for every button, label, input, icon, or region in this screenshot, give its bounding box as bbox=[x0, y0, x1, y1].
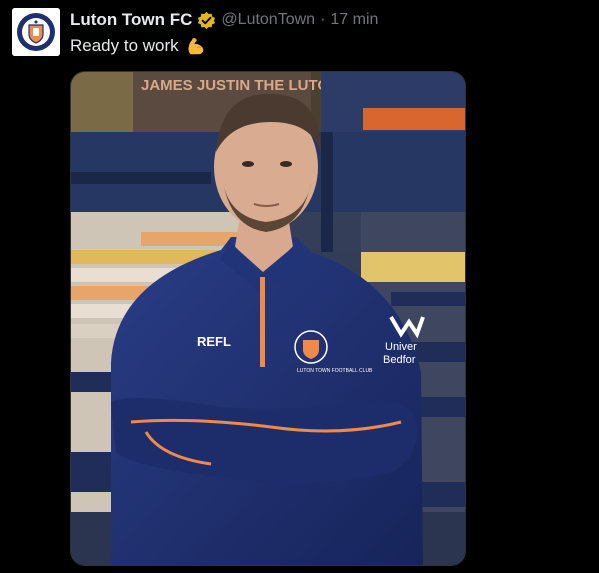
stand-banner-text: JAMES JUSTIN THE LUTON bbox=[141, 77, 340, 94]
tweet-media-photo[interactable]: JAMES JUSTIN THE LUTON LUTON TOWN FOOTBA… bbox=[70, 71, 466, 566]
display-name[interactable]: Luton Town FC bbox=[70, 10, 192, 30]
shirt-sponsor-right-line2: Bedfor bbox=[383, 354, 416, 366]
shirt-sponsor-left: REFL bbox=[197, 334, 231, 349]
shirt-sponsor-right-line1: Univer bbox=[385, 341, 417, 353]
crest-text: LUTON TOWN FOOTBALL CLUB bbox=[297, 368, 373, 374]
avatar[interactable] bbox=[12, 8, 60, 56]
tweet-header: Luton Town FC @LutonTown · 17 min bbox=[70, 9, 378, 31]
separator-dot: · bbox=[320, 11, 326, 28]
luton-town-crest-icon bbox=[12, 8, 60, 56]
tweet-text: Ready to work bbox=[70, 35, 207, 57]
tweet: Luton Town FC @LutonTown · 17 min Ready … bbox=[0, 0, 599, 573]
timestamp[interactable]: 17 min bbox=[330, 11, 378, 29]
tweet-text-content: Ready to work bbox=[70, 36, 179, 55]
player-photo: JAMES JUSTIN THE LUTON LUTON TOWN FOOTBA… bbox=[71, 72, 465, 565]
flexed-biceps-icon bbox=[188, 37, 204, 55]
verified-badge-icon bbox=[198, 11, 216, 29]
handle[interactable]: @LutonTown bbox=[221, 11, 315, 29]
